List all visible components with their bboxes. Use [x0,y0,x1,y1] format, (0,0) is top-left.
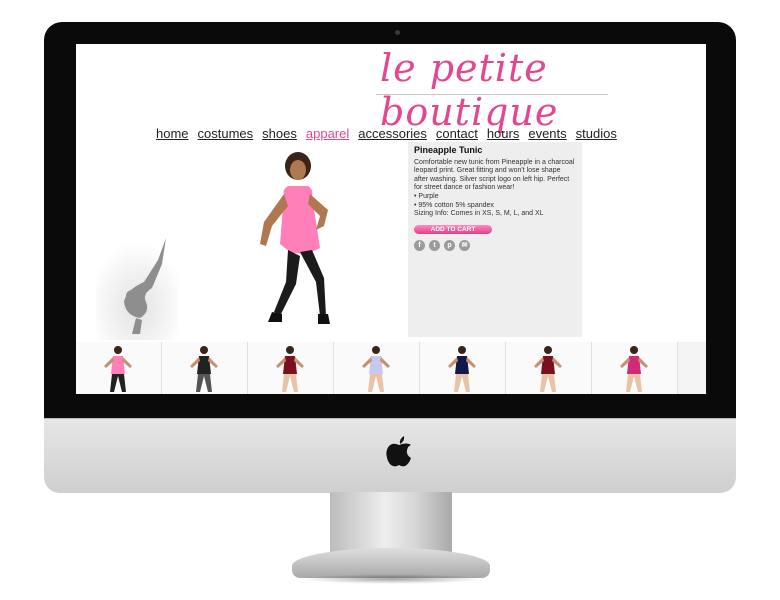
product-thumbnail[interactable] [76,342,162,394]
add-to-cart-button[interactable]: ADD TO CART [414,224,492,234]
nav-item-shoes[interactable]: shoes [262,126,297,141]
nav-item-events[interactable]: events [528,126,566,141]
nav-item-contact[interactable]: contact [436,126,478,141]
thumbnail-strip [76,342,706,394]
nav-item-apparel[interactable]: apparel [306,126,349,141]
webcam [395,30,400,35]
main-nav: home costumes shoes apparel accessories … [156,126,617,141]
product-title: Pineapple Tunic [414,145,483,155]
stand-shadow [300,574,484,584]
monitor-stand-neck [330,492,452,552]
nav-item-studios[interactable]: studios [576,126,617,141]
product-thumbnail[interactable] [334,342,420,394]
email-icon[interactable]: ✉ [459,239,470,251]
social-share-icons: f t p ✉ [414,239,576,251]
product-thumbnail[interactable] [592,342,678,394]
site-logo[interactable]: le petite boutique [380,46,706,134]
pinterest-icon[interactable]: p [444,239,455,251]
product-photo[interactable] [246,152,346,334]
apple-logo-icon [386,436,411,467]
product-sizing: Sizing Info: Comes in XS, S, M, L, and X… [414,210,544,218]
product-thumbnail[interactable] [248,342,334,394]
nav-item-hours[interactable]: hours [487,126,520,141]
nav-item-accessories[interactable]: accessories [358,126,427,141]
product-description: Comfortable new tunic from Pineapple in … [414,158,575,192]
nav-item-home[interactable]: home [156,126,189,141]
tumblr-icon[interactable]: t [429,239,440,251]
product-thumbnail[interactable] [420,342,506,394]
product-info-panel: Pineapple Tunic Comfortable new tunic fr… [408,142,582,337]
logo-underline [376,94,608,95]
product-thumbnail[interactable] [506,342,592,394]
dancer-silhouette-image [96,230,178,340]
facebook-icon[interactable]: f [414,239,425,251]
nav-item-costumes[interactable]: costumes [198,126,254,141]
website-screen: le petite boutique home costumes shoes a… [76,44,706,394]
product-bullet-material: • 95% cotton 5% spandex [414,201,494,209]
product-thumbnail[interactable] [162,342,248,394]
product-bullet-color: • Purple [414,192,439,200]
